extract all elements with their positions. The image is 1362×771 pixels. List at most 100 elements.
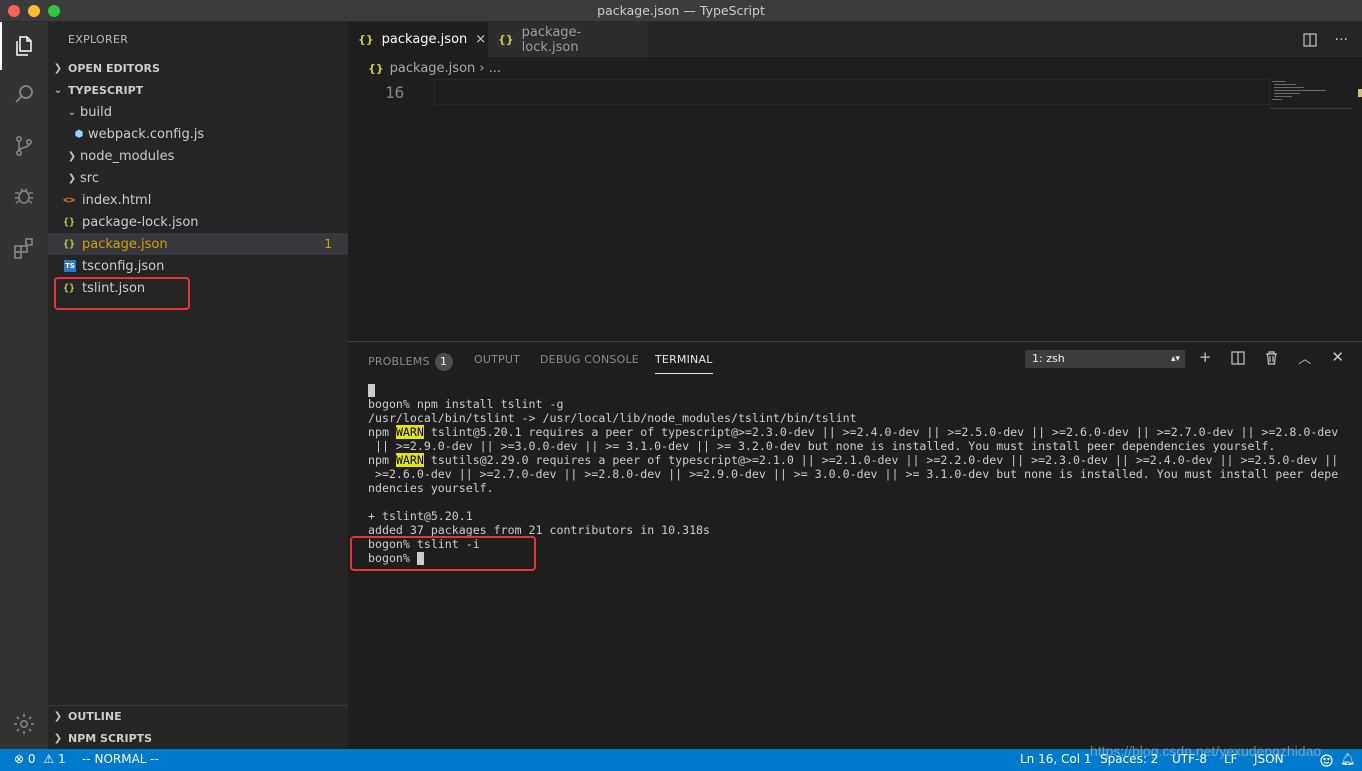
- warning-icon: ⚠: [43, 752, 55, 766]
- tree-item-package-lock[interactable]: {} package-lock.json: [48, 211, 348, 233]
- tree-item-label: index.html: [82, 192, 152, 208]
- terminal-line: tsutils@2.29.0 requires a peer of typesc…: [423, 453, 1339, 467]
- split-editor-icon[interactable]: [1303, 32, 1317, 47]
- cursor-position[interactable]: Ln 16, Col 1: [1020, 752, 1092, 766]
- code-editor[interactable]: 16: [348, 79, 1362, 341]
- activity-bar: [0, 22, 48, 749]
- tree-item-build[interactable]: ⌄ build: [48, 101, 348, 123]
- terminal-line: tslint@5.20.1 requires a peer of typescr…: [423, 425, 1339, 439]
- title-bar: package.json — TypeScript: [0, 0, 1362, 22]
- tab-terminal[interactable]: TERMINAL: [655, 353, 713, 374]
- explorer-icon[interactable]: [0, 22, 48, 70]
- tree-item-node-modules[interactable]: ❯ node_modules: [48, 145, 348, 167]
- close-panel-icon[interactable]: ✕: [1331, 348, 1344, 367]
- npm-prefix: npm: [368, 453, 389, 467]
- json-file-icon: {}: [62, 216, 76, 228]
- explorer-sidebar: EXPLORER ❯ OPEN EDITORS ⌄ TYPESCRIPT ⌄ b…: [48, 22, 348, 749]
- terminal-start-marker: [368, 384, 375, 397]
- tree-item-label: node_modules: [80, 148, 175, 164]
- tree-item-label: package-lock.json: [82, 214, 199, 230]
- line-number: 16: [385, 83, 405, 102]
- tree-item-label: build: [80, 104, 112, 120]
- feedback-icon[interactable]: [1320, 754, 1333, 767]
- tree-item-label: webpack.config.js: [88, 126, 205, 142]
- chevron-right-icon: ❯: [67, 172, 77, 184]
- terminal-select-value: 1: zsh: [1032, 352, 1065, 365]
- tree-item-src[interactable]: ❯ src: [48, 167, 348, 189]
- terminal-line: added 37 packages from 21 contributors i…: [368, 523, 711, 537]
- json-file-icon: {}: [368, 61, 384, 75]
- bottom-panel: PROBLEMS 1 OUTPUT DEBUG CONSOLE TERMINAL …: [348, 341, 1362, 749]
- tab-label: package-lock.json: [521, 24, 582, 55]
- terminal-line: /usr/local/bin/tslint -> /usr/local/lib/…: [368, 411, 857, 425]
- warn-label: WARN: [395, 425, 424, 439]
- project-section[interactable]: ⌄ TYPESCRIPT: [48, 79, 348, 101]
- open-editors-section[interactable]: ❯ OPEN EDITORS: [48, 57, 348, 79]
- chevron-right-icon: ❯: [53, 62, 63, 74]
- html-file-icon: <>: [62, 194, 76, 206]
- tab-package-lock-json[interactable]: {} package-lock.json: [488, 22, 648, 57]
- tree-item-label: package.json: [82, 236, 168, 252]
- settings-gear-icon[interactable]: [0, 700, 48, 748]
- notifications-bell-icon[interactable]: 🔔︎: [1340, 752, 1355, 766]
- split-terminal-icon[interactable]: [1231, 351, 1246, 365]
- tab-output[interactable]: OUTPUT: [474, 353, 520, 366]
- problem-count-badge: 1: [324, 237, 332, 251]
- extensions-icon[interactable]: [0, 224, 48, 272]
- breadcrumb-rest[interactable]: › ...: [479, 61, 501, 76]
- tab-problems[interactable]: PROBLEMS 1: [368, 353, 453, 371]
- outline-section[interactable]: ❯ OUTLINE: [48, 705, 348, 727]
- outline-label: OUTLINE: [68, 710, 122, 723]
- terminal-line: || >=2.9.0-dev || >=3.0.0-dev || >= 3.1.…: [368, 439, 1276, 453]
- editor-tabs: {} package.json × {} package-lock.json ·…: [348, 22, 1362, 57]
- vim-mode: -- NORMAL --: [82, 752, 159, 766]
- chevron-down-icon: ⌄: [67, 106, 77, 118]
- current-line-highlight: [434, 79, 1270, 105]
- errors-status[interactable]: ⊗ 0 ⚠ 1: [14, 752, 66, 766]
- terminal-line: bogon% npm install tslint -g: [368, 397, 564, 411]
- tree-item-package-json[interactable]: {} package.json 1: [48, 233, 348, 255]
- close-icon[interactable]: ×: [475, 32, 486, 47]
- scrollbar-marker: [1358, 89, 1362, 97]
- debug-icon[interactable]: [0, 172, 48, 220]
- select-arrows-icon: ▴▾: [1170, 354, 1180, 364]
- search-icon[interactable]: [0, 70, 48, 118]
- errors-count: 0: [27, 752, 36, 766]
- chevron-right-icon: ❯: [53, 711, 63, 722]
- breadcrumb-file[interactable]: package.json: [390, 61, 476, 76]
- terminal-line: + tslint@5.20.1: [368, 509, 473, 523]
- webpack-icon: ⬢: [74, 128, 84, 140]
- terminal-line: ndencies yourself.: [368, 481, 494, 495]
- minimap[interactable]: [1270, 79, 1352, 109]
- tree-item-webpack-config[interactable]: ⬢ webpack.config.js: [48, 123, 348, 145]
- tab-debug-console[interactable]: DEBUG CONSOLE: [540, 353, 639, 366]
- json-file-icon: {}: [498, 33, 514, 46]
- error-icon: ⊗: [14, 752, 25, 766]
- warn-label: WARN: [395, 453, 424, 467]
- trash-icon[interactable]: [1265, 351, 1278, 365]
- source-control-icon[interactable]: [0, 122, 48, 170]
- tree-item-label: src: [80, 170, 99, 186]
- watermark: https://blog.csdn.net/yexudengzhidao: [1090, 743, 1322, 759]
- json-file-icon: {}: [358, 33, 374, 46]
- sidebar-title: EXPLORER: [68, 33, 129, 46]
- open-editors-label: OPEN EDITORS: [68, 61, 160, 75]
- new-terminal-icon[interactable]: +: [1199, 348, 1212, 367]
- tab-package-json[interactable]: {} package.json ×: [348, 22, 488, 57]
- tab-problems-label: PROBLEMS: [368, 355, 430, 368]
- panel-actions: + ︿ ✕: [1199, 348, 1344, 367]
- maximize-panel-icon[interactable]: ︿: [1298, 348, 1311, 367]
- npm-scripts-section[interactable]: ❯ NPM SCRIPTS: [48, 727, 348, 749]
- npm-prefix: npm: [368, 425, 389, 439]
- tab-label: package.json: [381, 32, 468, 47]
- tree-item-tsconfig[interactable]: TS tsconfig.json: [48, 255, 348, 277]
- editor-actions: ···: [1303, 22, 1348, 57]
- chevron-down-icon: ⌄: [53, 84, 63, 96]
- more-actions-icon[interactable]: ···: [1335, 32, 1348, 48]
- typescript-file-icon: TS: [64, 260, 76, 272]
- project-label: TYPESCRIPT: [68, 83, 144, 97]
- tree-item-index-html[interactable]: <> index.html: [48, 189, 348, 211]
- warnings-count: 1: [57, 752, 66, 766]
- npm-scripts-label: NPM SCRIPTS: [68, 731, 153, 745]
- terminal-select[interactable]: 1: zsh ▴▾: [1025, 350, 1185, 368]
